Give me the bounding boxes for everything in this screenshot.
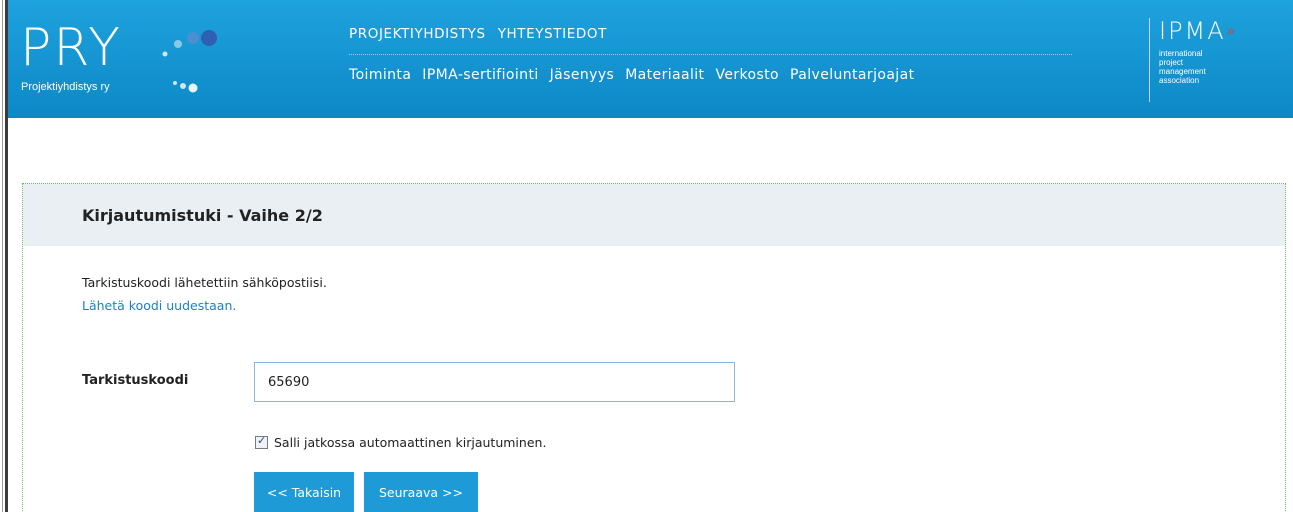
ipma-arrow-icon: » [1225, 21, 1236, 40]
nav-link-jasenyys[interactable]: Jäsenyys [550, 67, 615, 83]
verification-code-label: Tarkistuskoodi [82, 373, 189, 388]
logo-subtitle: Projektiyhdistys ry [21, 81, 110, 93]
nav-link-materiaalit[interactable]: Materiaalit [625, 67, 704, 83]
remember-login-label: Salli jatkossa automaattinen kirjautumin… [274, 435, 547, 450]
logo-wordmark: PRY [20, 18, 122, 78]
ipma-logo[interactable]: IPMA» international project management a… [1149, 18, 1279, 102]
resend-code-link[interactable]: Lähetä koodi uudestaan. [82, 298, 236, 313]
ipma-tagline: international project management associa… [1159, 49, 1206, 85]
nav-link-toiminta[interactable]: Toiminta [349, 67, 411, 83]
main-nav: Toiminta IPMA-sertifiointi Jäsenyys Materia… [349, 67, 925, 83]
site-header: PRY Projektiyhdistys ry PROJEKTIYHDISTYS… [8, 0, 1293, 118]
pry-logo[interactable]: PRY Projektiyhdistys ry [20, 20, 220, 110]
next-button[interactable]: Seuraava >> [364, 472, 478, 512]
nav-link-yhteystiedot[interactable]: YHTEYSTIEDOT [498, 26, 607, 42]
back-button[interactable]: << Takaisin [254, 472, 354, 512]
nav-link-projektiyhdistys[interactable]: PROJEKTIYHDISTYS [349, 26, 486, 42]
panel-header: Kirjautumistuki - Vaihe 2/2 [23, 184, 1285, 246]
ipma-wordmark: IPMA» [1159, 17, 1236, 45]
nav-link-palveluntarjoajat[interactable]: Palveluntarjoajat [790, 67, 914, 83]
login-support-panel: Kirjautumistuki - Vaihe 2/2 Tarkistuskoo… [22, 183, 1286, 512]
top-nav: PROJEKTIYHDISTYS YHTEYSTIEDOT [349, 26, 619, 42]
window-left-edge [0, 0, 8, 512]
nav-link-verkosto[interactable]: Verkosto [715, 67, 779, 83]
nav-divider [349, 54, 1072, 55]
logo-dots-icon [162, 30, 217, 93]
code-sent-message: Tarkistuskoodi lähetettiin sähköpostiisi… [82, 275, 327, 290]
remember-login-option[interactable]: Salli jatkossa automaattinen kirjautumin… [255, 434, 547, 450]
nav-link-ipma-sertifiointi[interactable]: IPMA-sertifiointi [422, 67, 538, 83]
verification-code-input[interactable] [254, 362, 735, 402]
remember-login-checkbox[interactable] [255, 434, 268, 449]
page-title: Kirjautumistuki - Vaihe 2/2 [82, 206, 323, 225]
